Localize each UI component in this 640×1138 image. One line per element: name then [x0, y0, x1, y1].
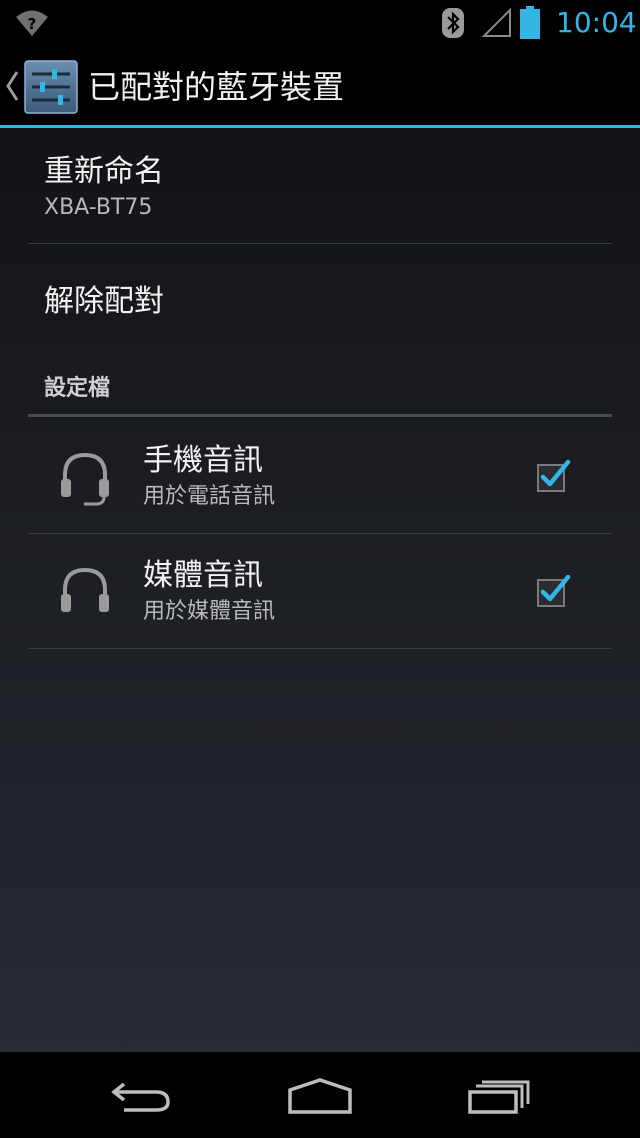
- wifi-unknown-icon: ?: [16, 10, 48, 36]
- svg-text:?: ?: [28, 15, 37, 33]
- battery-icon: [520, 6, 540, 39]
- profile-summary: 用於電話音訊: [143, 484, 276, 509]
- rename-title: 重新命名: [44, 154, 164, 189]
- unpair-item[interactable]: 解除配對: [44, 282, 164, 322]
- checkbox-checked-icon[interactable]: [534, 457, 574, 497]
- headset-mic-icon: [61, 452, 109, 506]
- page-title: 已配對的藍牙裝置: [88, 68, 345, 106]
- device-name-value: XBA-BT75: [44, 195, 153, 220]
- profiles-section-header: 設定檔: [44, 376, 111, 401]
- profile-summary: 用於媒體音訊: [143, 599, 276, 624]
- profile-item-media-audio[interactable]: 媒體音訊 用於媒體音訊: [0, 534, 640, 648]
- action-bar: 已配對的藍牙裝置: [0, 46, 640, 128]
- profile-title: 手機音訊: [143, 443, 263, 478]
- status-bar: ? 10:04: [0, 0, 640, 46]
- navigation-bar: [0, 1052, 640, 1138]
- headphones-icon: [61, 567, 109, 612]
- list-divider: [28, 243, 612, 244]
- home-icon[interactable]: [286, 1076, 354, 1116]
- profile-item-phone-audio[interactable]: 手機音訊 用於電話音訊: [0, 419, 640, 533]
- settings-app-icon[interactable]: [24, 60, 78, 114]
- list-divider: [28, 648, 612, 649]
- checkbox-checked-icon[interactable]: [534, 572, 574, 612]
- back-icon[interactable]: [110, 1076, 174, 1116]
- recent-apps-icon[interactable]: [466, 1076, 532, 1116]
- rename-item[interactable]: 重新命名 XBA-BT75: [44, 152, 164, 224]
- bluetooth-icon: [442, 8, 464, 38]
- profile-title: 媒體音訊: [143, 558, 263, 593]
- up-caret-icon[interactable]: [4, 68, 20, 104]
- signal-icon: [482, 8, 511, 37]
- settings-list: 重新命名 XBA-BT75 解除配對 設定檔 手機音訊 用於電話音訊 媒體音訊 …: [0, 128, 640, 1052]
- unpair-title: 解除配對: [44, 284, 164, 319]
- section-divider: [28, 414, 612, 417]
- status-clock: 10:04: [556, 6, 637, 39]
